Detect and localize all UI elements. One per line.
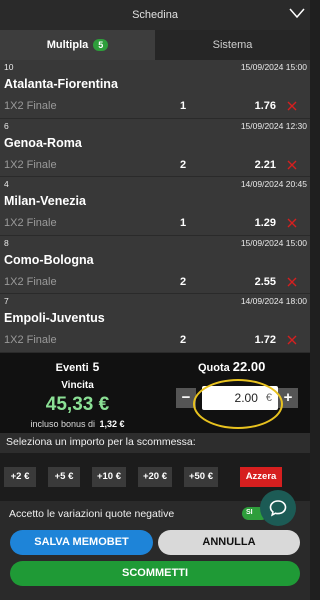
bonus-info: incluso bonus di 1,32 € xyxy=(0,419,155,429)
bet-sign: 1 xyxy=(180,100,187,112)
bet-item: 7 14/09/2024 18:00 Empoli-Juventus 1X2 Fi… xyxy=(0,294,310,353)
tab-sistema-label: Sistema xyxy=(212,39,253,51)
stake-stepper: − 2.00 € + xyxy=(176,385,304,411)
selections-count-badge: 5 xyxy=(93,39,109,51)
event-code: 4 xyxy=(4,179,9,189)
stake-currency: € xyxy=(265,391,272,404)
bet-odd: 2.55 xyxy=(254,275,276,288)
tab-multipla[interactable]: Multipla 5 xyxy=(0,30,155,60)
market-name: 1X2 Finale xyxy=(4,275,57,288)
event-datetime: 15/09/2024 15:00 xyxy=(240,62,307,72)
event-datetime: 15/09/2024 15:00 xyxy=(240,237,307,248)
chat-icon xyxy=(269,500,287,517)
bet-summary: Eventi 5 Vincita 45,33 € incluso bonus di… xyxy=(0,352,310,433)
bonus-value: 1,32 € xyxy=(99,418,125,429)
bet-odd: 1.29 xyxy=(254,217,276,229)
bet-sign: 2 xyxy=(180,334,187,346)
remove-bet-icon[interactable] xyxy=(276,100,306,112)
bet-item: 10 15/09/2024 15:00 Atalanta-Fiorentina 1… xyxy=(0,60,310,119)
amounts-label: Seleziona un importo per la scommessa: xyxy=(0,432,310,453)
quick-amount-button[interactable]: +20 € xyxy=(138,466,172,487)
event-code: 10 xyxy=(4,62,14,72)
cancel-button[interactable]: ANNULLA xyxy=(158,529,300,555)
bet-sign: 2 xyxy=(180,275,187,288)
action-buttons: SALVA MEMOBET ANNULLA xyxy=(0,526,310,559)
bet-item: 8 15/09/2024 15:00 Como-Bologna 1X2 Final… xyxy=(0,235,310,294)
total-odds: Quota 22.00 xyxy=(198,359,265,374)
save-memobet-button[interactable]: SALVA MEMOBET xyxy=(10,529,153,555)
bet-odd: 1.72 xyxy=(254,334,276,346)
stake-value: 2.00 xyxy=(234,390,258,405)
events-count: Eventi 5 xyxy=(0,360,155,374)
match-name: Milan-Venezia xyxy=(4,194,86,208)
events-value: 5 xyxy=(92,359,100,374)
match-name: Empoli-Juventus xyxy=(4,311,105,325)
betslip-header[interactable]: Schedina xyxy=(0,0,310,30)
event-code: 6 xyxy=(4,120,9,131)
stake-input[interactable]: 2.00 € xyxy=(202,385,278,410)
remove-bet-icon[interactable] xyxy=(276,276,306,288)
bet-odd: 1.76 xyxy=(254,100,276,112)
match-name: Genoa-Roma xyxy=(4,135,82,150)
match-name: Atalanta-Fiorentina xyxy=(4,77,118,91)
event-datetime: 15/09/2024 12:30 xyxy=(240,120,307,131)
decrease-stake-button[interactable]: − xyxy=(176,387,196,408)
odds-label: Quota xyxy=(198,361,230,374)
remove-bet-icon[interactable] xyxy=(276,334,306,346)
reset-button[interactable]: Azzera xyxy=(240,466,282,487)
market-name: 1X2 Finale xyxy=(4,334,57,346)
betslip-tabs: Multipla 5 Sistema xyxy=(0,30,310,60)
tab-multipla-label: Multipla xyxy=(46,39,89,51)
event-datetime: 14/09/2024 18:00 xyxy=(240,296,307,306)
events-label: Eventi xyxy=(55,361,89,374)
remove-bet-icon[interactable] xyxy=(276,159,306,171)
potential-win: 45,33 € xyxy=(45,393,110,415)
bet-list: 10 15/09/2024 15:00 Atalanta-Fiorentina 1… xyxy=(0,60,310,353)
bet-sign: 2 xyxy=(180,158,187,171)
bonus-label: incluso bonus di xyxy=(30,418,95,429)
quick-amounts: +2 € +5 € +10 € +20 € +50 € Azzera xyxy=(0,452,310,501)
event-datetime: 14/09/2024 20:45 xyxy=(240,179,307,189)
market-name: 1X2 Finale xyxy=(4,217,57,229)
bet-item: 6 15/09/2024 12:30 Genoa-Roma 1X2 Finale … xyxy=(0,118,310,177)
place-bet-button[interactable]: SCOMMETTI xyxy=(10,560,300,586)
bet-item: 4 14/09/2024 20:45 Milan-Venezia 1X2 Fina… xyxy=(0,177,310,236)
chat-button[interactable] xyxy=(260,490,296,526)
bet-sign: 1 xyxy=(180,217,187,229)
chevron-down-icon[interactable] xyxy=(288,6,306,20)
increase-stake-button[interactable]: + xyxy=(278,387,298,408)
accept-odds-label: Accetto le variazioni quote negative xyxy=(9,507,175,520)
bet-odd: 2.21 xyxy=(254,158,276,171)
match-name: Como-Bologna xyxy=(4,252,94,267)
odds-value: 22.00 xyxy=(232,358,266,374)
event-code: 7 xyxy=(4,296,9,306)
quick-amount-button[interactable]: +50 € xyxy=(184,466,218,487)
quick-amount-button[interactable]: +5 € xyxy=(48,466,80,487)
quick-amount-button[interactable]: +10 € xyxy=(92,466,126,487)
market-name: 1X2 Finale xyxy=(4,100,57,112)
quick-amount-button[interactable]: +2 € xyxy=(4,466,36,487)
market-name: 1X2 Finale xyxy=(4,158,57,171)
event-code: 8 xyxy=(4,237,9,248)
betslip-title: Schedina xyxy=(132,9,178,21)
remove-bet-icon[interactable] xyxy=(276,217,306,229)
win-label: Vincita xyxy=(61,379,94,391)
place-bet-area: SCOMMETTI xyxy=(0,558,310,600)
tab-sistema[interactable]: Sistema xyxy=(155,30,310,60)
